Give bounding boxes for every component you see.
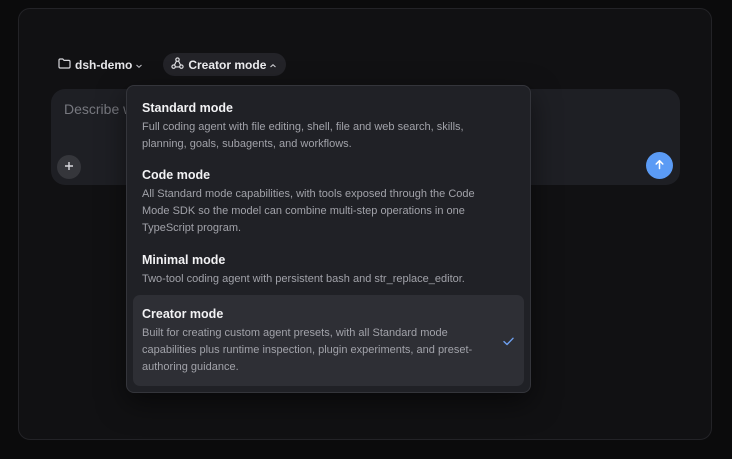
mode-option-description: Built for creating custom agent presets,… [142, 327, 473, 373]
mode-option-minimal[interactable]: Minimal mode Two-tool coding agent with … [133, 252, 524, 288]
mode-option-creator[interactable]: Creator mode Built for creating custom a… [133, 295, 524, 386]
send-button[interactable] [646, 152, 673, 179]
mode-option-standard[interactable]: Standard mode Full coding agent with fil… [133, 100, 524, 153]
mode-menu: Standard mode Full coding agent with fil… [126, 85, 531, 393]
mode-option-title: Standard mode [142, 101, 233, 115]
mode-selector[interactable]: Creator mode [163, 53, 287, 76]
chevron-up-icon [269, 58, 277, 72]
mode-option-description: Full coding agent with file editing, she… [142, 121, 464, 150]
mode-option-description: Two-tool coding agent with persistent ba… [142, 273, 465, 285]
mode-option-title: Creator mode [142, 307, 224, 321]
mode-option-title: Code mode [142, 168, 211, 182]
mode-option-description: All Standard mode capabilities, with too… [142, 188, 475, 234]
arrow-up-icon [654, 157, 665, 175]
folder-icon [58, 57, 75, 72]
mode-option-title: Minimal mode [142, 253, 226, 267]
folder-selector[interactable]: dsh-demo [52, 53, 153, 76]
add-attachment-button[interactable] [57, 155, 81, 179]
chevron-down-icon [135, 58, 147, 72]
checkmark-icon [503, 333, 514, 351]
composer-toolbar: dsh-demo Creator mode [52, 53, 287, 76]
creator-mode-icon [171, 56, 184, 73]
folder-label: dsh-demo [75, 57, 133, 72]
plus-icon [64, 158, 74, 176]
mode-option-code[interactable]: Code mode All Standard mode capabilities… [133, 167, 524, 237]
mode-label: Creator mode [188, 57, 267, 72]
